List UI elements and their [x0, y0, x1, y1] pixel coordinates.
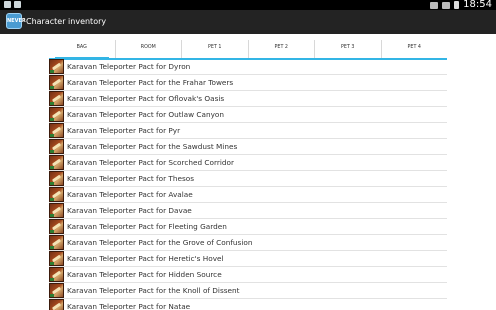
teleporter-pact-icon — [49, 267, 64, 282]
item-name: Karavan Teleporter Pact for Pyr — [67, 126, 181, 135]
item-name: Karavan Teleporter Pact for Heretic's Ho… — [67, 254, 224, 263]
list-item[interactable]: Karavan Teleporter Pact for Outlaw Canyo… — [49, 107, 447, 123]
tab-pet-4[interactable]: PET 4 — [382, 40, 448, 58]
signal-icon — [442, 1, 451, 9]
battery-icon — [454, 1, 460, 9]
item-name: Karavan Teleporter Pact for Scorched Cor… — [67, 158, 234, 167]
app-logo-icon[interactable]: NEVER — [6, 13, 26, 29]
wifi-icon — [430, 1, 439, 9]
list-item[interactable]: Karavan Teleporter Pact for the Sawdust … — [49, 139, 447, 155]
list-item[interactable]: Karavan Teleporter Pact for Thesos — [49, 171, 447, 187]
item-list[interactable]: Karavan Teleporter Pact for Dyron Karavan… — [49, 59, 447, 310]
clock: 18:54 — [463, 0, 492, 10]
item-name: Karavan Teleporter Pact for Thesos — [67, 174, 195, 183]
teleporter-pact-icon — [49, 251, 64, 266]
list-item[interactable]: Karavan Teleporter Pact for Oflovak's Oa… — [49, 91, 447, 107]
list-item[interactable]: Karavan Teleporter Pact for Dyron — [49, 59, 447, 75]
teleporter-pact-icon — [49, 219, 64, 234]
item-name: Karavan Teleporter Pact for the Knoll of… — [67, 286, 240, 295]
action-bar: NEVER Character inventory — [0, 10, 496, 34]
system-icons: 18:54 — [430, 0, 492, 10]
tab-pet-2[interactable]: PET 2 — [249, 40, 315, 58]
teleporter-pact-icon — [49, 203, 64, 218]
list-item[interactable]: Karavan Teleporter Pact for Pyr — [49, 123, 447, 139]
item-name: Karavan Teleporter Pact for Avalae — [67, 190, 193, 199]
tab-pet-1[interactable]: PET 1 — [182, 40, 249, 58]
tab-pet-3[interactable]: PET 3 — [315, 40, 382, 58]
notification-icons — [4, 1, 21, 8]
teleporter-pact-icon — [49, 91, 64, 106]
teleporter-pact-icon — [49, 283, 64, 298]
item-name: Karavan Teleporter Pact for the Sawdust … — [67, 142, 238, 151]
list-item[interactable]: Karavan Teleporter Pact for Fleeting Gar… — [49, 219, 447, 235]
teleporter-pact-icon — [49, 139, 64, 154]
notification-image-icon — [14, 1, 21, 8]
teleporter-pact-icon — [49, 107, 64, 122]
list-item[interactable]: Karavan Teleporter Pact for Natae — [49, 299, 447, 310]
inventory-tabs: BAG ROOM PET 1 PET 2 PET 3 PET 4 — [49, 40, 447, 60]
teleporter-pact-icon — [49, 59, 64, 74]
item-name: Karavan Teleporter Pact for the Grove of… — [67, 238, 253, 247]
teleporter-pact-icon — [49, 75, 64, 90]
list-item[interactable]: Karavan Teleporter Pact for the Knoll of… — [49, 283, 447, 299]
page-title: Character inventory — [26, 17, 107, 26]
tab-bag[interactable]: BAG — [49, 40, 116, 60]
teleporter-pact-icon — [49, 123, 64, 138]
notification-app-icon — [4, 1, 11, 8]
teleporter-pact-icon — [49, 155, 64, 170]
item-name: Karavan Teleporter Pact for Natae — [67, 302, 191, 310]
teleporter-pact-icon — [49, 171, 64, 186]
list-item[interactable]: Karavan Teleporter Pact for Heretic's Ho… — [49, 251, 447, 267]
teleporter-pact-icon — [49, 235, 64, 250]
item-name: Karavan Teleporter Pact for Dyron — [67, 62, 191, 71]
item-name: Karavan Teleporter Pact for the Frahar T… — [67, 78, 234, 87]
list-item[interactable]: Karavan Teleporter Pact for the Grove of… — [49, 235, 447, 251]
list-item[interactable]: Karavan Teleporter Pact for Avalae — [49, 187, 447, 203]
list-item[interactable]: Karavan Teleporter Pact for the Frahar T… — [49, 75, 447, 91]
item-name: Karavan Teleporter Pact for Fleeting Gar… — [67, 222, 227, 231]
teleporter-pact-icon — [49, 187, 64, 202]
item-name: Karavan Teleporter Pact for Hidden Sourc… — [67, 270, 222, 279]
status-bar: 18:54 — [0, 0, 496, 10]
teleporter-pact-icon — [49, 299, 64, 310]
tab-room[interactable]: ROOM — [116, 40, 182, 58]
list-item[interactable]: Karavan Teleporter Pact for Hidden Sourc… — [49, 267, 447, 283]
list-item[interactable]: Karavan Teleporter Pact for Davae — [49, 203, 447, 219]
item-name: Karavan Teleporter Pact for Davae — [67, 206, 192, 215]
item-name: Karavan Teleporter Pact for Oflovak's Oa… — [67, 94, 225, 103]
item-name: Karavan Teleporter Pact for Outlaw Canyo… — [67, 110, 225, 119]
list-item[interactable]: Karavan Teleporter Pact for Scorched Cor… — [49, 155, 447, 171]
